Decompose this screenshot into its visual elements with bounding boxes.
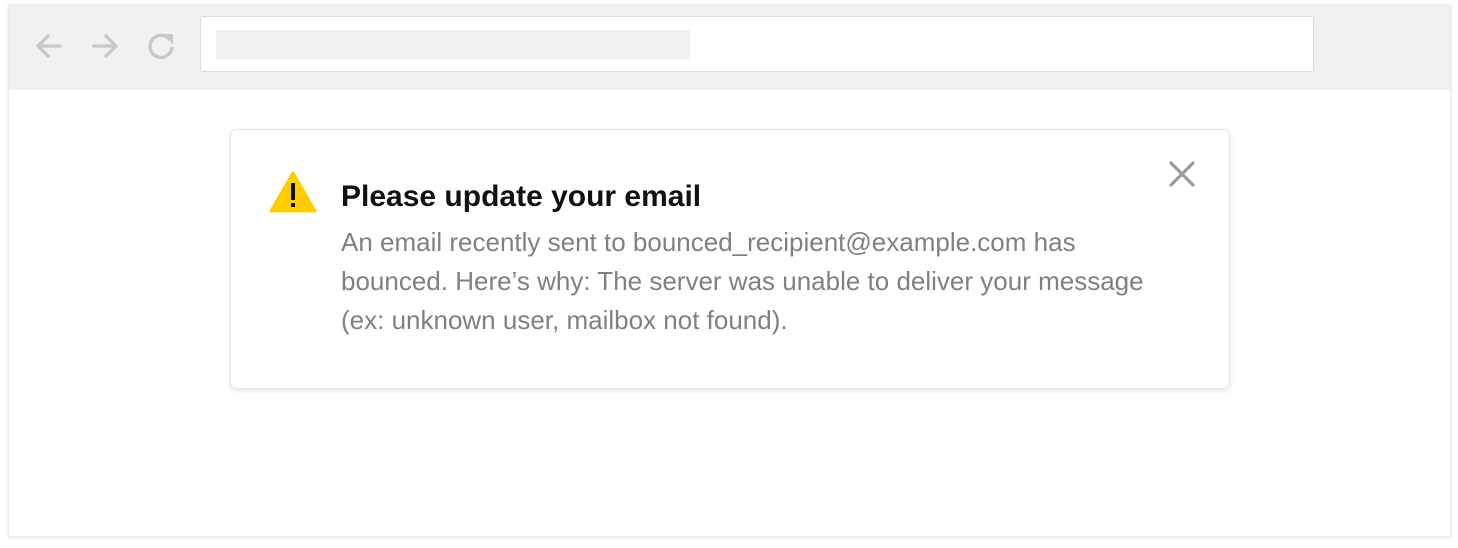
address-bar[interactable] [200, 16, 1314, 72]
alert-card: Please update your email An email recent… [230, 129, 1230, 389]
back-button[interactable] [31, 28, 67, 64]
reload-button[interactable] [143, 28, 179, 64]
address-placeholder [216, 30, 690, 60]
reload-icon [148, 33, 174, 60]
close-icon [1169, 161, 1195, 187]
page-content: Please update your email An email recent… [9, 90, 1450, 536]
alert-title: Please update your email [341, 180, 702, 213]
alert-message: An email recently sent to bounced_recipi… [341, 227, 1144, 335]
warning-triangle-icon [269, 171, 317, 213]
forward-button[interactable] [87, 28, 123, 64]
arrow-left-icon [35, 33, 62, 59]
arrow-right-icon [92, 33, 119, 59]
browser-window: Please update your email An email recent… [8, 4, 1451, 537]
close-button[interactable] [1165, 157, 1199, 191]
browser-toolbar [9, 5, 1450, 90]
